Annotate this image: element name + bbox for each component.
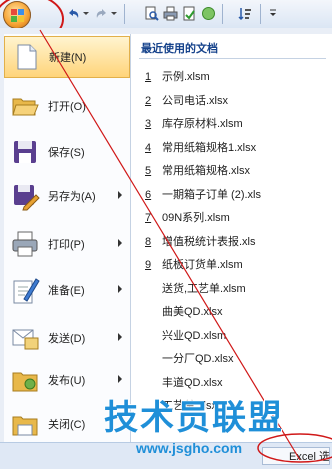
menu-item-print[interactable]: 打印(P) — [4, 224, 130, 264]
menu-item-label: 准备(E) — [48, 285, 85, 297]
office-logo-icon — [10, 8, 24, 22]
publish-folder-icon — [10, 365, 40, 395]
menu-item-publish[interactable]: 发布(U) — [4, 360, 130, 400]
toolbar-separator — [260, 4, 261, 24]
toolbar-separator — [124, 4, 125, 24]
recent-file-name: 公司电话.xlsx — [162, 94, 228, 107]
recent-file-number: 9 — [145, 259, 152, 271]
recent-file-item[interactable]: 送货,工艺单.xlsm — [145, 280, 246, 298]
recent-file-number: 2 — [145, 94, 152, 107]
recent-file-number: 7 — [145, 212, 152, 224]
submenu-arrow-icon — [118, 333, 122, 341]
recent-file-name: 一分厂QD.xlsx — [162, 353, 234, 365]
recent-file-name: 09N系列.xlsm — [162, 212, 230, 224]
quick-print-icon[interactable] — [163, 6, 178, 21]
menu-item-label: 打印(P) — [48, 239, 85, 251]
recent-file-name: 丰道QD.xlsx — [162, 376, 223, 389]
quick-access-toolbar — [0, 0, 332, 44]
recent-file-item[interactable]: 曲美QD.xlsx — [145, 303, 223, 321]
printer-icon — [10, 229, 40, 259]
recent-file-number: 4 — [145, 141, 152, 154]
save-disk-icon — [10, 137, 40, 167]
recent-file-item[interactable]: 5 常用纸箱规格.xlsx — [145, 162, 250, 180]
refresh-icon[interactable] — [201, 6, 216, 21]
sort-icon[interactable] — [238, 6, 253, 21]
recent-file-name: 工艺单.xlsx — [162, 400, 217, 412]
print-preview-icon[interactable] — [144, 6, 159, 21]
recent-file-name: 曲美QD.xlsx — [162, 306, 223, 318]
menu-item-label: 发布(U) — [48, 375, 86, 387]
recent-documents-panel: 最近使用的文档 1 示例.xlsm 2 公司电话.xlsx 3 库存原材料.xlsm 4 常用… — [131, 34, 332, 442]
menu-item-new[interactable]: 新建(N) — [4, 36, 130, 78]
recent-file-name: 兴业QD.xlsm — [162, 329, 227, 342]
excel-options-button[interactable]: Excel 选项 — [262, 447, 330, 465]
recent-file-item[interactable]: 丰道QD.xlsx — [145, 374, 223, 392]
recent-file-number: 3 — [145, 118, 152, 130]
toolbar-separator — [222, 4, 223, 24]
recent-file-number: 1 — [145, 71, 152, 83]
recent-file-item[interactable]: 3 库存原材料.xlsm — [145, 115, 243, 133]
recent-file-item[interactable]: 工艺单.xlsx — [145, 397, 217, 415]
submenu-arrow-icon — [118, 375, 122, 383]
submenu-arrow-icon — [118, 191, 122, 199]
recent-file-name: 一期箱子订单 (2).xls — [162, 188, 261, 201]
menu-item-open[interactable]: 打开(O) — [4, 86, 130, 126]
office-button[interactable] — [3, 1, 31, 29]
submenu-arrow-icon — [118, 239, 122, 247]
recent-documents-title: 最近使用的文档 — [141, 43, 218, 55]
menu-item-save-as[interactable]: 另存为(A) — [4, 176, 130, 216]
close-folder-icon — [10, 409, 40, 439]
recent-file-number: 5 — [145, 165, 152, 177]
recent-file-name: 常用纸箱规格1.xlsx — [162, 141, 257, 154]
menu-item-label: 保存(S) — [48, 147, 85, 159]
menu-item-label: 发送(D) — [48, 333, 86, 345]
recent-file-item[interactable]: 7 09N系列.xlsm — [145, 209, 230, 227]
menu-item-save[interactable]: 保存(S) — [4, 132, 130, 172]
recent-file-name: 增值税统计表报.xls — [162, 235, 256, 248]
office-menu: 新建(N) 打开(O) 保存(S) 另存为(A) 打印(P) 准备(E) 发送(… — [0, 28, 332, 469]
divider — [139, 58, 326, 59]
menu-footer: Excel 选项 — [0, 442, 332, 469]
redo-dropdown-icon[interactable] — [110, 6, 118, 21]
open-folder-icon — [10, 91, 40, 121]
excel-options-label: Excel 选项 — [289, 451, 330, 463]
recent-file-name: 库存原材料.xlsm — [162, 118, 243, 130]
menu-item-close[interactable]: 关闭(C) — [4, 404, 130, 444]
recent-file-number: 8 — [145, 235, 152, 248]
menu-item-label: 打开(O) — [48, 101, 86, 113]
recent-file-item[interactable]: 一分厂QD.xlsx — [145, 350, 234, 368]
menu-item-label: 关闭(C) — [48, 419, 86, 431]
menu-item-prepare[interactable]: 准备(E) — [4, 270, 130, 310]
recent-file-name: 纸板订货单.xlsm — [162, 259, 243, 271]
recent-file-item[interactable]: 1 示例.xlsm — [145, 68, 210, 86]
recent-file-item[interactable]: 8 增值税统计表报.xls — [145, 233, 256, 251]
new-document-icon — [11, 42, 41, 72]
undo-icon[interactable] — [66, 6, 81, 21]
submenu-arrow-icon — [118, 285, 122, 293]
customize-qat-icon[interactable] — [268, 6, 278, 21]
menu-item-send[interactable]: 发送(D) — [4, 318, 130, 358]
recent-file-number: 6 — [145, 188, 152, 201]
recent-file-item[interactable]: 6 一期箱子订单 (2).xls — [145, 186, 261, 204]
recent-file-item[interactable]: 4 常用纸箱规格1.xlsx — [145, 139, 256, 157]
recent-file-item[interactable]: 兴业QD.xlsm — [145, 327, 226, 345]
recent-file-name: 示例.xlsm — [162, 71, 210, 83]
menu-item-label: 新建(N) — [49, 52, 87, 64]
prepare-pen-icon — [10, 275, 40, 305]
menu-commands: 新建(N) 打开(O) 保存(S) 另存为(A) 打印(P) 准备(E) 发送(… — [4, 34, 131, 442]
redo-icon[interactable] — [94, 6, 109, 21]
recent-file-item[interactable]: 9 纸板订货单.xlsm — [145, 256, 243, 274]
save-as-icon — [10, 181, 40, 211]
undo-dropdown-icon[interactable] — [82, 6, 90, 21]
spelling-icon[interactable] — [182, 6, 197, 21]
recent-file-name: 送货,工艺单.xlsm — [162, 282, 246, 295]
recent-file-item[interactable]: 2 公司电话.xlsx — [145, 92, 228, 110]
recent-file-name: 常用纸箱规格.xlsx — [162, 165, 250, 177]
menu-item-label: 另存为(A) — [48, 191, 96, 203]
send-mail-icon — [10, 323, 40, 353]
